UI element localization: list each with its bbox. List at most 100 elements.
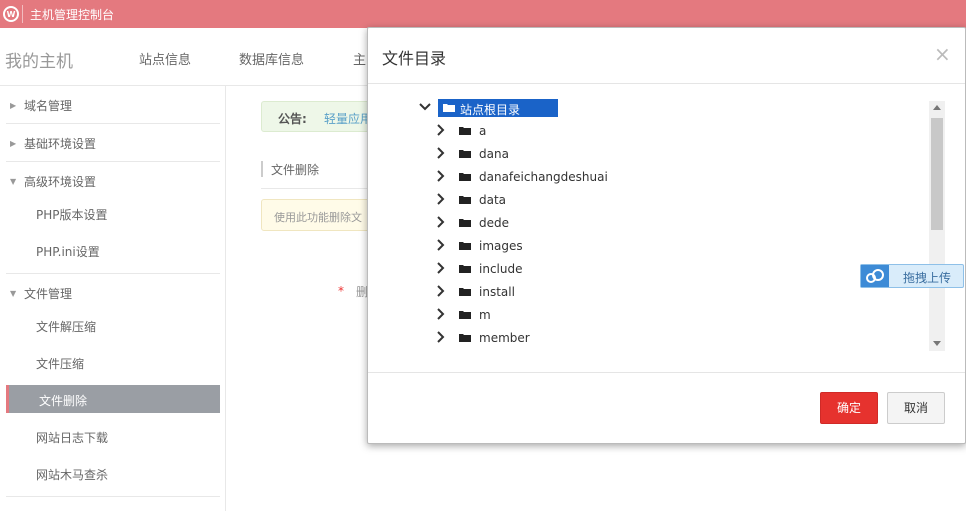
sidebar-item-label: 文件删除 bbox=[39, 394, 88, 408]
caret-down-icon: ▼ bbox=[10, 289, 17, 298]
divider bbox=[261, 188, 371, 189]
sidebar-group-domain[interactable]: ▶ 域名管理 bbox=[10, 97, 72, 114]
sidebar-item-unzip[interactable]: 文件解压缩 bbox=[36, 318, 96, 335]
dialog-title: 文件目录 bbox=[382, 49, 447, 68]
chevron-right-icon[interactable] bbox=[434, 123, 448, 137]
sidebar-item-delete-file[interactable]: 文件删除 bbox=[6, 385, 220, 413]
top-bar: W 主机管理控制台 bbox=[0, 0, 966, 28]
tree-folder-label: member bbox=[479, 331, 530, 345]
tree-folder-row[interactable]: m bbox=[416, 305, 936, 328]
tree-folder-label: danafeichangdeshuai bbox=[479, 170, 608, 184]
notice-banner: 公告: 轻量应用 bbox=[261, 101, 381, 132]
caret-right-icon: ▶ bbox=[10, 139, 17, 148]
tree-root[interactable]: 站点根目录 bbox=[416, 98, 936, 121]
warning-text: 使用此功能删除文 bbox=[274, 211, 362, 224]
file-directory-dialog: 文件目录 × 站点根目录 a dana danafeichangdeshuai dat… bbox=[367, 27, 966, 444]
sidebar-group-label: 基础环境设置 bbox=[24, 137, 97, 151]
tree-root-label: 站点根目录 bbox=[460, 103, 521, 117]
tree-folder-label: include bbox=[479, 262, 523, 276]
scrollbar-thumb[interactable] bbox=[931, 118, 943, 230]
folder-tree: 站点根目录 a dana danafeichangdeshuai data dede im… bbox=[416, 98, 936, 354]
sidebar-item-php-ini[interactable]: PHP.ini设置 bbox=[36, 243, 100, 260]
chevron-right-icon[interactable] bbox=[434, 330, 448, 344]
sidebar-item-log-download[interactable]: 网站日志下载 bbox=[36, 429, 108, 446]
cloud-upload-icon bbox=[861, 265, 889, 287]
tab-site-info[interactable]: 站点信息 bbox=[139, 49, 191, 68]
tree-folder-label: images bbox=[479, 239, 523, 253]
tree-folder-row[interactable]: include bbox=[416, 259, 936, 282]
upload-label: 拖拽上传 bbox=[903, 271, 952, 285]
sidebar-group-basic-env[interactable]: ▶ 基础环境设置 bbox=[10, 135, 96, 152]
folder-icon bbox=[459, 334, 471, 342]
section-title: 文件删除 bbox=[261, 161, 319, 177]
tree-folder-row[interactable]: dede bbox=[416, 213, 936, 236]
tree-folder-label: m bbox=[479, 308, 491, 322]
chevron-right-icon[interactable] bbox=[434, 238, 448, 252]
sidebar-group-file-manage[interactable]: ▼ 文件管理 bbox=[10, 285, 72, 302]
sidebar-item-php-version[interactable]: PHP版本设置 bbox=[36, 206, 108, 223]
chevron-down-icon[interactable] bbox=[418, 100, 432, 114]
divider bbox=[22, 5, 23, 23]
folder-icon bbox=[459, 265, 471, 273]
chevron-right-icon[interactable] bbox=[434, 146, 448, 160]
tree-folder-label: install bbox=[479, 285, 515, 299]
divider bbox=[368, 83, 965, 84]
tree-folder-row[interactable]: member bbox=[416, 328, 936, 351]
tree-folder-row[interactable]: dana bbox=[416, 144, 936, 167]
divider bbox=[6, 123, 220, 124]
sidebar-group-label: 域名管理 bbox=[24, 99, 73, 113]
folder-icon bbox=[459, 150, 471, 158]
tab-host[interactable]: 主 bbox=[353, 49, 366, 68]
divider bbox=[6, 496, 220, 497]
notice-link[interactable]: 轻量应用 bbox=[324, 110, 372, 127]
folder-icon bbox=[459, 288, 471, 296]
chevron-right-icon[interactable] bbox=[434, 307, 448, 321]
caret-down-icon: ▼ bbox=[10, 177, 17, 186]
cancel-button[interactable]: 取消 bbox=[887, 392, 945, 424]
tree-folder-label: a bbox=[479, 124, 487, 138]
divider bbox=[368, 372, 965, 373]
tree-folder-row[interactable]: data bbox=[416, 190, 936, 213]
sidebar-group-advanced-env[interactable]: ▼ 高级环境设置 bbox=[10, 173, 96, 190]
scrollbar[interactable] bbox=[929, 101, 945, 351]
app-title: 主机管理控制台 bbox=[30, 8, 115, 22]
sidebar: ▶ 域名管理 ▶ 基础环境设置 ▼ 高级环境设置 PHP版本设置 PHP.ini… bbox=[0, 86, 226, 511]
tree-folder-label: dana bbox=[479, 147, 509, 161]
ok-button[interactable]: 确定 bbox=[820, 392, 878, 424]
tree-folder-row[interactable]: images bbox=[416, 236, 936, 259]
folder-icon bbox=[459, 196, 471, 204]
tree-folder-row[interactable]: danafeichangdeshuai bbox=[416, 167, 936, 190]
divider bbox=[6, 161, 220, 162]
drag-upload-button[interactable]: 拖拽上传 bbox=[860, 264, 964, 288]
chevron-right-icon[interactable] bbox=[434, 215, 448, 229]
sidebar-group-label: 文件管理 bbox=[24, 287, 73, 301]
chevron-right-icon[interactable] bbox=[434, 284, 448, 298]
my-host-title[interactable]: 我的主机 bbox=[5, 47, 73, 72]
required-star: * bbox=[338, 284, 344, 298]
sidebar-item-trojan-scan[interactable]: 网站木马查杀 bbox=[36, 466, 108, 483]
notice-label: 公告: bbox=[278, 112, 307, 126]
scroll-down-arrow-icon[interactable] bbox=[933, 341, 941, 346]
folder-icon bbox=[459, 173, 471, 181]
folder-icon bbox=[459, 242, 471, 250]
tree-folder-label: dede bbox=[479, 216, 509, 230]
chevron-right-icon[interactable] bbox=[434, 261, 448, 275]
chevron-right-icon[interactable] bbox=[434, 192, 448, 206]
sidebar-item-zip[interactable]: 文件压缩 bbox=[36, 355, 84, 372]
folder-icon bbox=[459, 311, 471, 319]
warning-box: 使用此功能删除文 bbox=[261, 199, 381, 231]
tab-database-info[interactable]: 数据库信息 bbox=[239, 49, 304, 68]
folder-icon bbox=[459, 127, 471, 135]
folder-icon bbox=[459, 219, 471, 227]
tree-folder-label: data bbox=[479, 193, 507, 207]
tree-folder-row[interactable]: install bbox=[416, 282, 936, 305]
chevron-right-icon[interactable] bbox=[434, 169, 448, 183]
close-icon[interactable]: × bbox=[934, 42, 951, 66]
logo-icon: W bbox=[0, 0, 22, 28]
sidebar-group-label: 高级环境设置 bbox=[24, 175, 97, 189]
tree-folder-row[interactable]: a bbox=[416, 121, 936, 144]
folder-icon bbox=[443, 104, 455, 112]
scroll-up-arrow-icon[interactable] bbox=[933, 105, 941, 110]
divider bbox=[6, 273, 220, 274]
caret-right-icon: ▶ bbox=[10, 101, 17, 110]
